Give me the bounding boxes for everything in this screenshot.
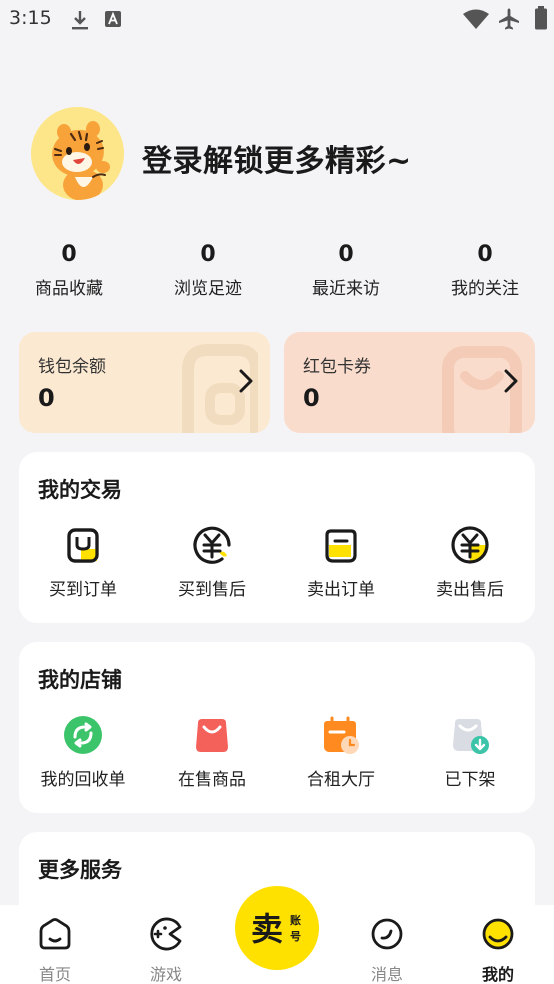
- bought-orders-icon: [63, 525, 103, 565]
- bought-orders-item[interactable]: 买到订单: [23, 525, 143, 600]
- nav-game-label: 游戏: [149, 965, 182, 984]
- stat-favorites[interactable]: 0 商品收藏: [9, 242, 129, 299]
- chevron-right-icon: [504, 369, 518, 393]
- rent-calendar-icon: [321, 715, 361, 755]
- stat-value: 0: [338, 242, 354, 267]
- recycle-order-icon: [63, 715, 103, 755]
- nav-message[interactable]: 消息: [347, 917, 427, 984]
- stat-following[interactable]: 0 我的关注: [425, 242, 545, 299]
- sold-aftersale-icon: [450, 525, 490, 565]
- sold-aftersale-item[interactable]: 卖出售后: [410, 525, 530, 600]
- game-icon: [150, 917, 182, 951]
- stat-label: 我的关注: [451, 279, 519, 299]
- sell-main-label: 卖: [251, 910, 284, 948]
- sold-orders-icon: [321, 525, 361, 565]
- recycle-order-label: 我的回收单: [40, 770, 126, 790]
- rent-hall-label: 合租大厅: [307, 770, 375, 790]
- stat-value: 0: [61, 242, 77, 267]
- status-time: 3:15: [9, 7, 52, 29]
- wallet-amount: 0: [38, 384, 55, 412]
- on-sale-bag-icon: [192, 715, 232, 755]
- nav-game[interactable]: 游戏: [126, 917, 206, 984]
- sell-account-button[interactable]: 卖 账 号: [235, 886, 319, 970]
- download-icon: [70, 9, 90, 35]
- shop-title: 我的店铺: [38, 668, 122, 692]
- stat-label: 最近来访: [312, 279, 380, 299]
- bought-aftersale-icon: [192, 525, 232, 565]
- trades-section: 我的交易 买到订单 买到售后 卖出订单 卖出售后: [19, 452, 535, 623]
- bought-aftersale-label: 买到售后: [178, 580, 246, 600]
- wifi-icon: [462, 8, 490, 34]
- delisted-item[interactable]: 已下架: [410, 715, 530, 790]
- on-sale-label: 在售商品: [178, 770, 246, 790]
- on-sale-item[interactable]: 在售商品: [152, 715, 272, 790]
- message-icon: [371, 918, 403, 950]
- stat-value: 0: [200, 242, 216, 267]
- avatar[interactable]: [31, 107, 124, 200]
- sold-aftersale-label: 卖出售后: [436, 580, 504, 600]
- nav-profile-label: 我的: [481, 965, 514, 984]
- stat-value: 0: [477, 242, 493, 267]
- nav-home-label: 首页: [38, 965, 71, 984]
- sell-sub-label-2: 号: [290, 930, 301, 943]
- chevron-right-icon: [239, 369, 253, 393]
- delisted-icon: [450, 715, 490, 755]
- sold-orders-item[interactable]: 卖出订单: [281, 525, 401, 600]
- rent-hall-item[interactable]: 合租大厅: [281, 715, 401, 790]
- nav-home[interactable]: 首页: [15, 917, 95, 984]
- nav-message-label: 消息: [370, 965, 403, 984]
- tiger-mascot-icon: [31, 107, 124, 200]
- status-bar: 3:15: [0, 0, 554, 40]
- keyboard-a-icon: [104, 9, 122, 33]
- profile-icon: [482, 918, 514, 950]
- home-icon: [39, 918, 71, 950]
- stat-history[interactable]: 0 浏览足迹: [148, 242, 268, 299]
- stat-visitors[interactable]: 0 最近来访: [286, 242, 406, 299]
- delisted-label: 已下架: [444, 770, 496, 790]
- recycle-order-item[interactable]: 我的回收单: [23, 715, 143, 790]
- more-title: 更多服务: [38, 858, 122, 882]
- coupons-card[interactable]: 红包卡券 0: [284, 332, 535, 433]
- bought-aftersale-item[interactable]: 买到售后: [152, 525, 272, 600]
- sold-orders-label: 卖出订单: [307, 580, 375, 600]
- login-prompt[interactable]: 登录解锁更多精彩~: [142, 136, 412, 180]
- wallet-card[interactable]: 钱包余额 0: [19, 332, 270, 433]
- wallet-title: 钱包余额: [38, 357, 106, 377]
- sell-sub-label-1: 账: [290, 914, 301, 927]
- airplane-icon: [497, 7, 521, 35]
- nav-profile[interactable]: 我的: [458, 917, 538, 984]
- coupons-title: 红包卡券: [303, 357, 371, 377]
- stat-label: 商品收藏: [35, 279, 103, 299]
- bought-orders-label: 买到订单: [49, 580, 117, 600]
- trades-title: 我的交易: [38, 478, 122, 502]
- battery-icon: [534, 5, 548, 35]
- stats-row: 0 商品收藏 0 浏览足迹 0 最近来访 0 我的关注: [0, 242, 554, 302]
- coupons-amount: 0: [303, 384, 320, 412]
- shop-section: 我的店铺 我的回收单 在售商品 合租大厅 已下架: [19, 642, 535, 813]
- stat-label: 浏览足迹: [174, 279, 242, 299]
